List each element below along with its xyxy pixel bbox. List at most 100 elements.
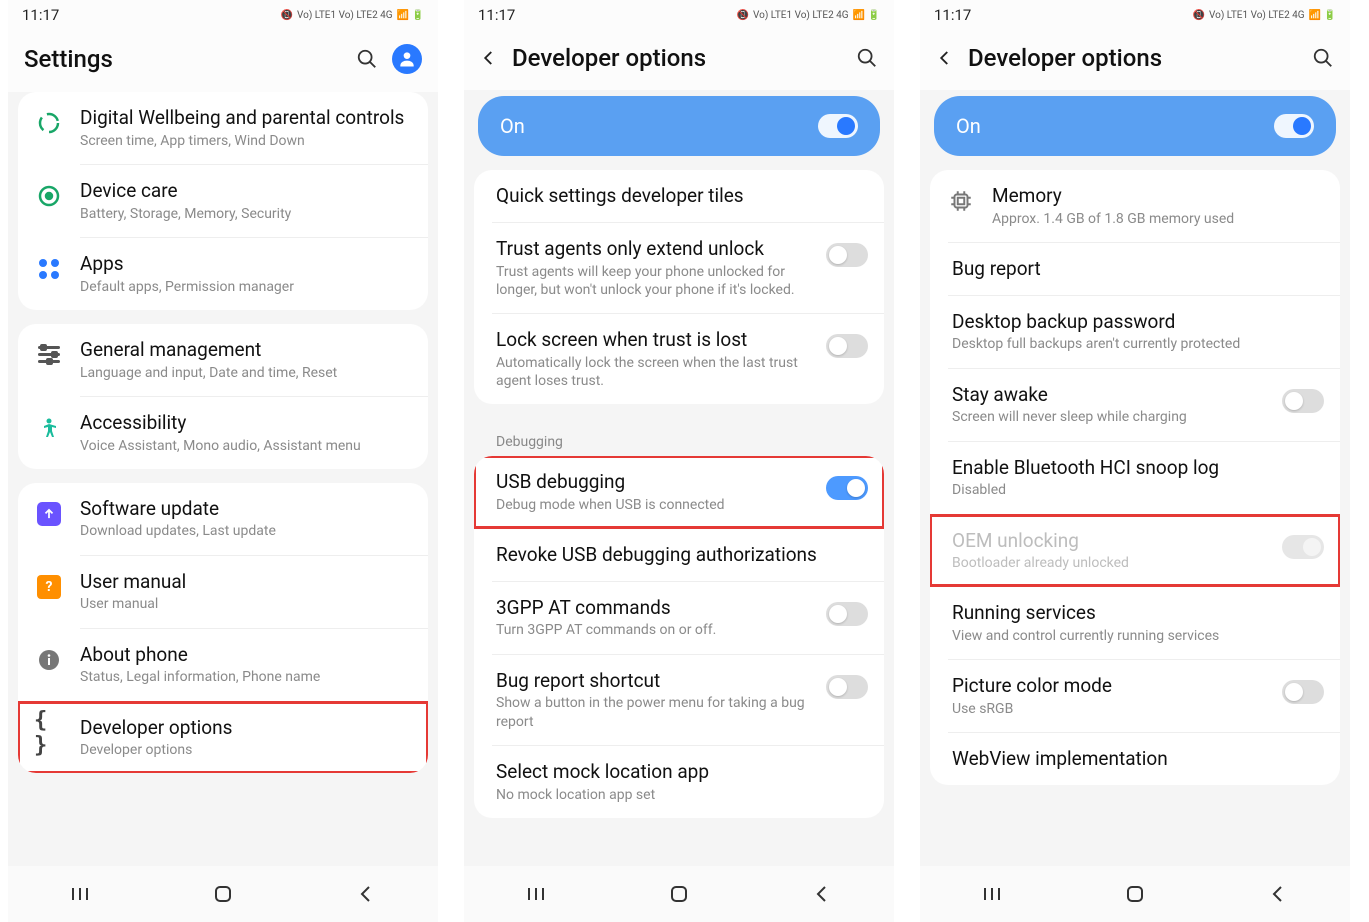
search-icon[interactable] [1312,47,1334,69]
row-sub: User manual [80,595,412,613]
settings-list: Digital Wellbeing and parental controls … [8,92,438,866]
row-title: Memory [992,184,1324,208]
row-title: Trust agents only extend unlock [496,237,810,261]
nav-recent-icon[interactable] [68,882,92,906]
statusbar: 11:17 📵 Vo) LTE1 Vo) LTE2 4G 📶 🔋 [920,0,1350,30]
row-bug-report[interactable]: Bug report [930,243,1340,295]
navbar [8,866,438,922]
toggle-switch[interactable] [1282,389,1324,413]
row-title: USB debugging [496,470,810,494]
toggle-switch[interactable] [826,334,868,358]
nav-recent-icon[interactable] [980,882,1004,906]
back-icon[interactable] [936,49,954,67]
toggle-switch[interactable] [826,602,868,626]
toggle-switch[interactable] [826,675,868,699]
row-oem-unlocking[interactable]: OEM unlocking Bootloader already unlocke… [930,515,1340,587]
row-lock-screen-trust-lost[interactable]: Lock screen when trust is lost Automatic… [474,314,884,404]
row-bluetooth-hci-snoop[interactable]: Enable Bluetooth HCI snoop log Disabled [930,442,1340,514]
row-developer-options[interactable]: { } Developer options Developer options [18,702,428,774]
row-memory[interactable]: Memory Approx. 1.4 GB of 1.8 GB memory u… [930,170,1340,242]
header: Settings [8,30,438,92]
row-sub: View and control currently running servi… [952,627,1324,645]
row-device-care[interactable]: Device care Battery, Storage, Memory, Se… [18,165,428,237]
screen-developer-options-2: 11:17 📵 Vo) LTE1 Vo) LTE2 4G 📶 🔋 Develop… [920,0,1350,922]
apps-icon [34,254,64,284]
row-apps[interactable]: Apps Default apps, Permission manager [18,238,428,310]
search-icon[interactable] [856,47,878,69]
manual-icon: ? [34,572,64,602]
row-stay-awake[interactable]: Stay awake Screen will never sleep while… [930,369,1340,441]
nav-back-icon[interactable] [354,882,378,906]
row-sub: No mock location app set [496,786,868,804]
row-general-management[interactable]: General management Language and input, D… [18,324,428,396]
master-toggle-switch[interactable] [818,114,858,138]
row-title: Bug report shortcut [496,669,810,693]
page-title: Settings [24,45,342,73]
row-sub: Show a button in the power menu for taki… [496,694,810,730]
nav-home-icon[interactable] [1123,882,1147,906]
row-title: Device care [80,179,412,203]
search-icon[interactable] [356,48,378,70]
master-toggle[interactable]: On [934,96,1336,156]
row-title: OEM unlocking [952,529,1266,553]
row-title: Developer options [80,716,412,740]
nav-home-icon[interactable] [211,882,235,906]
nav-recent-icon[interactable] [524,882,548,906]
wellbeing-icon [34,108,64,138]
back-icon[interactable] [480,49,498,67]
row-about-phone[interactable]: About phone Status, Legal information, P… [18,629,428,701]
row-mock-location[interactable]: Select mock location app No mock locatio… [474,746,884,818]
header: Developer options [464,30,894,90]
row-sub: Default apps, Permission manager [80,278,412,296]
page-title: Developer options [512,44,842,72]
accessibility-icon [34,413,64,443]
nav-back-icon[interactable] [810,882,834,906]
master-toggle-label: On [956,114,981,138]
row-3gpp-at-commands[interactable]: 3GPP AT commands Turn 3GPP AT commands o… [474,582,884,654]
nav-home-icon[interactable] [667,882,691,906]
master-toggle-switch[interactable] [1274,114,1314,138]
row-quick-settings-tiles[interactable]: Quick settings developer tiles [474,170,884,222]
screen-settings: 11:17 📵 Vo) LTE1 Vo) LTE2 4G 📶 🔋 Setting… [8,0,438,922]
row-revoke-usb-auth[interactable]: Revoke USB debugging authorizations [474,529,884,581]
row-usb-debugging[interactable]: USB debugging Debug mode when USB is con… [474,456,884,528]
status-time: 11:17 [22,6,59,24]
row-accessibility[interactable]: Accessibility Voice Assistant, Mono audi… [18,397,428,469]
row-sub: Approx. 1.4 GB of 1.8 GB memory used [992,210,1324,228]
info-icon [34,645,64,675]
row-desktop-backup-password[interactable]: Desktop backup password Desktop full bac… [930,296,1340,368]
dev-options-list: On Memory Approx. 1.4 GB of 1.8 GB memor… [920,90,1350,866]
toggle-switch[interactable] [826,243,868,267]
section-header-debugging: Debugging [474,418,884,456]
navbar [464,866,894,922]
row-title: Apps [80,252,412,276]
row-picture-color-mode[interactable]: Picture color mode Use sRGB [930,660,1340,732]
row-sub: Desktop full backups aren't currently pr… [952,335,1324,353]
row-trust-agents-extend[interactable]: Trust agents only extend unlock Trust ag… [474,223,884,313]
profile-avatar[interactable] [392,44,422,74]
row-title: Accessibility [80,411,412,435]
row-user-manual[interactable]: ? User manual User manual [18,556,428,628]
toggle-switch[interactable] [826,476,868,500]
master-toggle[interactable]: On [478,96,880,156]
row-title: General management [80,338,412,362]
row-sub: Turn 3GPP AT commands on or off. [496,621,810,639]
row-software-update[interactable]: Software update Download updates, Last u… [18,483,428,555]
row-sub: Status, Legal information, Phone name [80,668,412,686]
row-title: Bug report [952,257,1324,281]
row-title: Digital Wellbeing and parental controls [80,106,412,130]
row-title: WebView implementation [952,747,1324,771]
row-sub: Screen time, App timers, Wind Down [80,132,412,150]
row-title: Quick settings developer tiles [496,184,868,208]
row-title: Select mock location app [496,760,868,784]
row-title: User manual [80,570,412,594]
nav-back-icon[interactable] [1266,882,1290,906]
toggle-switch[interactable] [1282,680,1324,704]
row-title: Revoke USB debugging authorizations [496,543,868,567]
dev-options-list: On Quick settings developer tiles Trust … [464,90,894,866]
row-bug-report-shortcut[interactable]: Bug report shortcut Show a button in the… [474,655,884,745]
row-sub: Debug mode when USB is connected [496,496,810,514]
row-webview-implementation[interactable]: WebView implementation [930,733,1340,785]
row-running-services[interactable]: Running services View and control curren… [930,587,1340,659]
row-digital-wellbeing[interactable]: Digital Wellbeing and parental controls … [18,92,428,164]
